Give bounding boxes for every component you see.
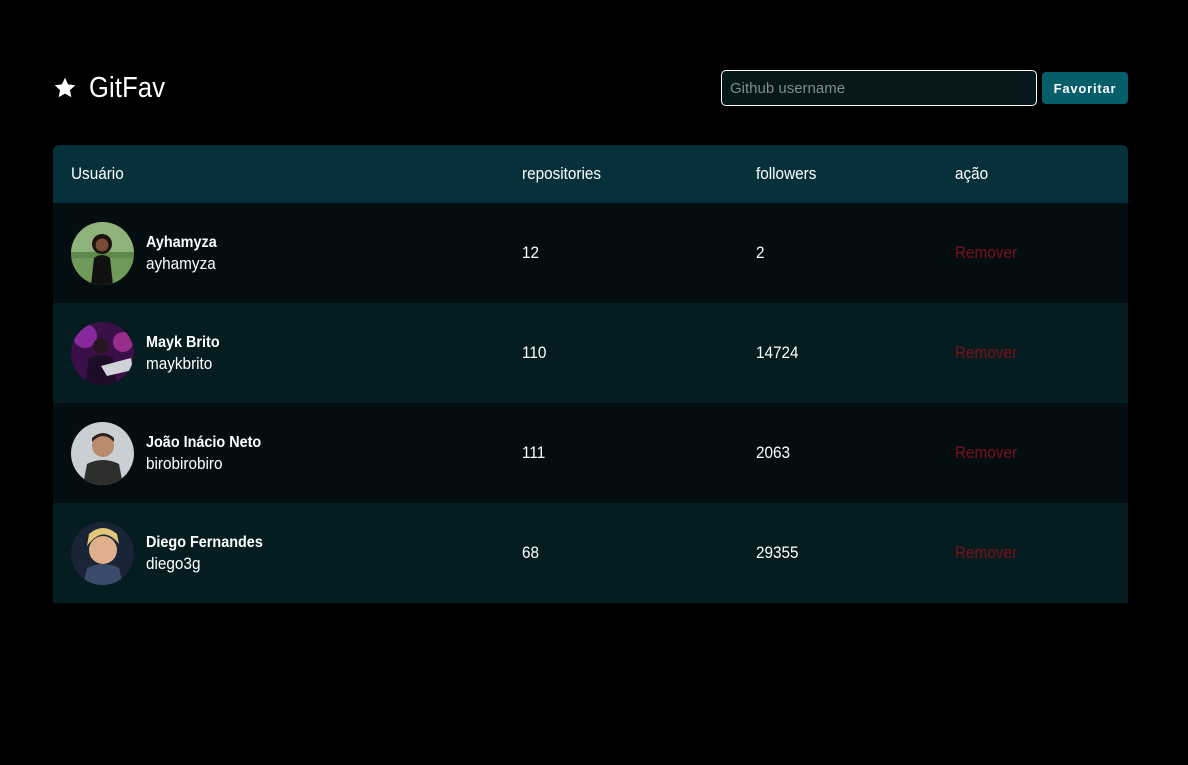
action-cell: Remover [955,303,1128,403]
app: GitFav Favoritar Usuário repositories fo… [0,0,1188,765]
star-icon [53,76,77,100]
column-header-repositories: repositories [522,164,602,183]
github-username-input[interactable] [721,70,1037,106]
remove-button[interactable]: Remover [955,343,1017,363]
user: Ayhamyza ayhamyza [71,221,522,285]
followers-cell: 2 [756,243,765,262]
avatar [71,221,134,285]
user-text: João Inácio Neto birobirobiro [146,432,274,474]
user-login: maykbrito [146,354,213,373]
user: Mayk Brito maykbrito [71,321,522,385]
action-cell: Remover [955,503,1128,603]
table-row: Mayk Brito maykbrito 110 14724 Remover [53,303,1128,403]
user-login: birobirobiro [146,454,223,473]
user: Diego Fernandes diego3g [71,521,522,585]
remove-button[interactable]: Remover [955,543,1017,563]
user-cell: Mayk Brito maykbrito [53,303,522,403]
repositories-cell: 12 [522,243,540,262]
column-header-action: ação [955,164,989,183]
followers-cell: 29355 [756,543,799,562]
user-name: João Inácio Neto [146,434,262,451]
remove-button[interactable]: Remover [955,243,1017,263]
user-login: ayhamyza [146,254,216,273]
column-header-user: Usuário [71,164,124,183]
table-row: Diego Fernandes diego3g 68 29355 Remover [53,503,1128,603]
user-login: diego3g [146,554,201,573]
user: João Inácio Neto birobirobiro [71,421,522,485]
column-header-followers: followers [756,164,817,183]
avatar [71,321,134,385]
table-row: Ayhamyza ayhamyza 12 2 Remover [53,203,1128,303]
user-text: Mayk Brito maykbrito [146,332,228,374]
followers-cell: 2063 [756,443,791,462]
user-text: Ayhamyza ayhamyza [146,232,225,274]
user-cell: João Inácio Neto birobirobiro [53,403,522,503]
action-cell: Remover [955,203,1128,303]
app-title: GitFav [89,71,166,104]
avatar [71,521,134,585]
repositories-cell: 110 [522,343,547,362]
top-bar: GitFav Favoritar [53,70,1128,106]
repositories-cell: 111 [522,443,546,462]
user-name: Mayk Brito [146,334,220,351]
search-form: Favoritar [721,70,1128,106]
user-cell: Diego Fernandes diego3g [53,503,522,603]
user-name: Ayhamyza [146,234,217,251]
table-row: João Inácio Neto birobirobiro 111 2063 R… [53,403,1128,503]
remove-button[interactable]: Remover [955,443,1017,463]
action-cell: Remover [955,403,1128,503]
favorites-table: Usuário repositories followers ação Ayha… [53,145,1128,603]
avatar [71,421,134,485]
user-text: Diego Fernandes diego3g [146,532,276,574]
user-cell: Ayhamyza ayhamyza [53,203,522,303]
user-name: Diego Fernandes [146,534,263,551]
table-header-row: Usuário repositories followers ação [53,145,1128,203]
followers-cell: 14724 [756,343,799,362]
favoritar-button[interactable]: Favoritar [1042,72,1128,104]
brand: GitFav [53,72,176,105]
repositories-cell: 68 [522,543,540,562]
